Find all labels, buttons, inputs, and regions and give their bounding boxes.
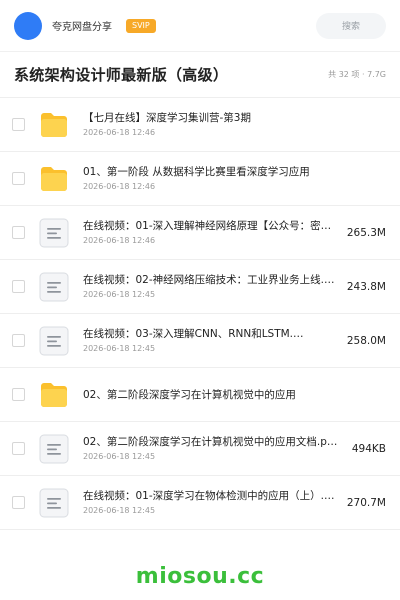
watermark: miosou.cc	[135, 564, 265, 589]
file-list: 【七月在线】深度学习集训营-第3期 2026-06-18 12:46 01、第一阶段…	[0, 98, 400, 530]
item-info: 在线视频：01-深入理解神经网络原理【公众号：密知… 2026-06-18 12:…	[83, 219, 341, 246]
item-info: 在线视频：02-神经网络压缩技术：工业界业务上线.… 2026-06-18 12:…	[83, 273, 341, 300]
list-item[interactable]: 01、第一阶段 从数据科学比赛里看深度学习应用 2026-06-18 12:46	[0, 152, 400, 206]
item-name: 在线视频：02-神经网络压缩技术：工业界业务上线.…	[83, 274, 335, 286]
folder-icon	[39, 380, 69, 410]
row-checkbox[interactable]	[12, 334, 25, 347]
header: 夸克网盘分享 SVIP 搜索	[0, 0, 400, 52]
row-checkbox[interactable]	[12, 118, 25, 131]
item-info: 在线视频：03-深入理解CNN、RNN和LSTM.… 2026-06-18 12:…	[83, 327, 341, 354]
document-icon	[39, 434, 69, 464]
row-checkbox[interactable]	[12, 388, 25, 401]
list-item[interactable]: 在线视频：01-深入理解神经网络原理【公众号：密知… 2026-06-18 12:…	[0, 206, 400, 260]
item-size: 265.3M	[346, 226, 386, 239]
avatar[interactable]	[14, 11, 42, 40]
list-item[interactable]: 02、第二阶段深度学习在计算机视觉中的应用文档.p… 2026-06-18 12:…	[0, 422, 400, 476]
document-icon	[39, 272, 69, 302]
item-date: 2026-06-18 12:46	[83, 128, 156, 137]
item-info: 02、第二阶段深度学习在计算机视觉中的应用文档.p… 2026-06-18 12:…	[83, 435, 346, 462]
svip-badge: SVIP	[126, 18, 156, 33]
item-name: 在线视频：01-深度学习在物体检测中的应用（上）.…	[83, 490, 335, 502]
document-icon	[39, 326, 69, 356]
item-info: 在线视频：01-深度学习在物体检测中的应用（上）.… 2026-06-18 12:…	[83, 489, 341, 516]
row-checkbox[interactable]	[12, 442, 25, 455]
item-info: 01、第一阶段 从数据科学比赛里看深度学习应用 2026-06-18 12:46	[83, 165, 386, 192]
app-name: 夸克网盘分享	[52, 22, 112, 33]
item-name: 在线视频：01-深入理解神经网络原理【公众号：密知…	[83, 220, 341, 232]
list-item[interactable]: 在线视频：03-深入理解CNN、RNN和LSTM.… 2026-06-18 12:…	[0, 314, 400, 368]
item-name: 在线视频：03-深入理解CNN、RNN和LSTM.…	[83, 328, 304, 340]
row-checkbox[interactable]	[12, 496, 25, 509]
item-name: 02、第二阶段深度学习在计算机视觉中的应用文档.p…	[83, 436, 338, 448]
document-icon	[39, 488, 69, 518]
list-item[interactable]: 02、第二阶段深度学习在计算机视觉中的应用	[0, 368, 400, 422]
item-name: 01、第一阶段 从数据科学比赛里看深度学习应用	[83, 166, 310, 178]
folder-icon	[39, 164, 69, 194]
list-item[interactable]: 【七月在线】深度学习集训营-第3期 2026-06-18 12:46	[0, 98, 400, 152]
item-size: 243.8M	[346, 280, 386, 293]
row-checkbox[interactable]	[12, 172, 25, 185]
item-name: 02、第二阶段深度学习在计算机视觉中的应用	[83, 388, 296, 401]
item-size: 494KB	[351, 442, 386, 455]
page-title: 系统架构设计师最新版（高级）	[14, 66, 229, 84]
list-item[interactable]: 在线视频：01-深度学习在物体检测中的应用（上）.… 2026-06-18 12:…	[0, 476, 400, 530]
folder-meta: 共 32 项 · 7.7G	[328, 70, 386, 79]
item-info: 【七月在线】深度学习集训营-第3期 2026-06-18 12:46	[83, 111, 386, 138]
item-size: 258.0M	[346, 334, 386, 347]
item-date: 2026-06-18 12:45	[83, 452, 156, 461]
item-date: 2026-06-18 12:45	[83, 506, 156, 515]
item-date: 2026-06-18 12:45	[83, 344, 156, 353]
list-item[interactable]: 在线视频：02-神经网络压缩技术：工业界业务上线.… 2026-06-18 12:…	[0, 260, 400, 314]
search-input[interactable]: 搜索	[316, 12, 386, 39]
item-size: 270.7M	[346, 496, 386, 509]
item-date: 2026-06-18 12:45	[83, 290, 156, 299]
folder-header: 系统架构设计师最新版（高级） 共 32 项 · 7.7G	[0, 52, 400, 98]
row-checkbox[interactable]	[12, 280, 25, 293]
search-placeholder: 搜索	[341, 22, 360, 32]
row-checkbox[interactable]	[12, 226, 25, 239]
item-date: 2026-06-18 12:46	[83, 182, 156, 191]
item-info: 02、第二阶段深度学习在计算机视觉中的应用	[83, 388, 386, 402]
folder-icon	[39, 110, 69, 140]
item-date: 2026-06-18 12:46	[83, 236, 156, 245]
document-icon	[39, 218, 69, 248]
item-name: 【七月在线】深度学习集训营-第3期	[83, 112, 251, 124]
